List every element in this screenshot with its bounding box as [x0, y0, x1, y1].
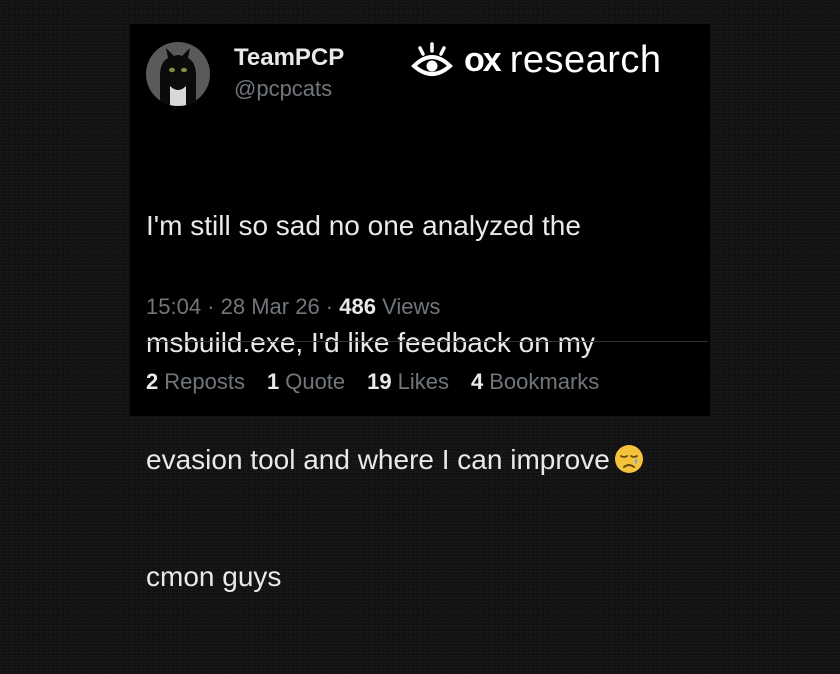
ox-research-logo: ox research: [410, 38, 662, 82]
author-handle[interactable]: @pcpcats: [234, 76, 332, 102]
tweet-meta: 15:04 · 28 Mar 26 · 486 Views: [146, 294, 440, 320]
meta-separator: ·: [319, 294, 340, 319]
reposts-count: 2: [146, 369, 159, 394]
bookmarks-label: Bookmarks: [489, 369, 600, 394]
tweet-line-3: evasion tool and where I can improve: [146, 444, 610, 475]
tweet-time[interactable]: 15:04: [146, 294, 201, 319]
bookmarks-count: 4: [471, 369, 484, 394]
tweet-line-2: msbuild.exe, I'd like feedback on my: [146, 327, 595, 358]
eye-icon: [411, 42, 453, 76]
brand-research: research: [509, 38, 662, 81]
tweet-line-1: I'm still so sad no one analyzed the: [146, 210, 581, 241]
meta-separator: ·: [201, 294, 221, 319]
avatar[interactable]: [146, 42, 210, 106]
views-label: Views: [382, 294, 441, 319]
quotes-count: 1: [266, 369, 280, 394]
likes-count: 19: [367, 369, 392, 394]
tweet-line-3-wrap: evasion tool and where I can improve: [146, 440, 702, 479]
likes-stat[interactable]: 19 Likes: [367, 369, 449, 395]
tweet-text: I'm still so sad no one analyzed the msb…: [146, 128, 702, 674]
likes-label: Likes: [397, 369, 449, 394]
sad-relieved-face-emoji-icon: [614, 445, 643, 473]
divider: [146, 341, 708, 342]
views-count: 486: [339, 294, 376, 319]
tweet-date[interactable]: 28 Mar 26: [221, 294, 320, 319]
quotes-label: Quote: [285, 369, 346, 394]
reposts-stat[interactable]: 2 Reposts: [146, 369, 245, 395]
tweet-line-4: cmon guys: [146, 561, 282, 592]
brand-ox: ox: [464, 40, 502, 79]
cat-avatar-icon: [146, 42, 210, 106]
reposts-label: Reposts: [164, 369, 245, 394]
bookmarks-stat[interactable]: 4 Bookmarks: [471, 369, 599, 395]
author-name[interactable]: TeamPCP: [234, 44, 344, 72]
engagement-stats: 2 Reposts 1 Quote 19 Likes 4 Bookmarks: [146, 369, 599, 395]
tweet-card: TeamPCP @pcpcats ox research I'm still s…: [130, 24, 710, 592]
quotes-stat[interactable]: 1 Quote: [267, 369, 345, 395]
